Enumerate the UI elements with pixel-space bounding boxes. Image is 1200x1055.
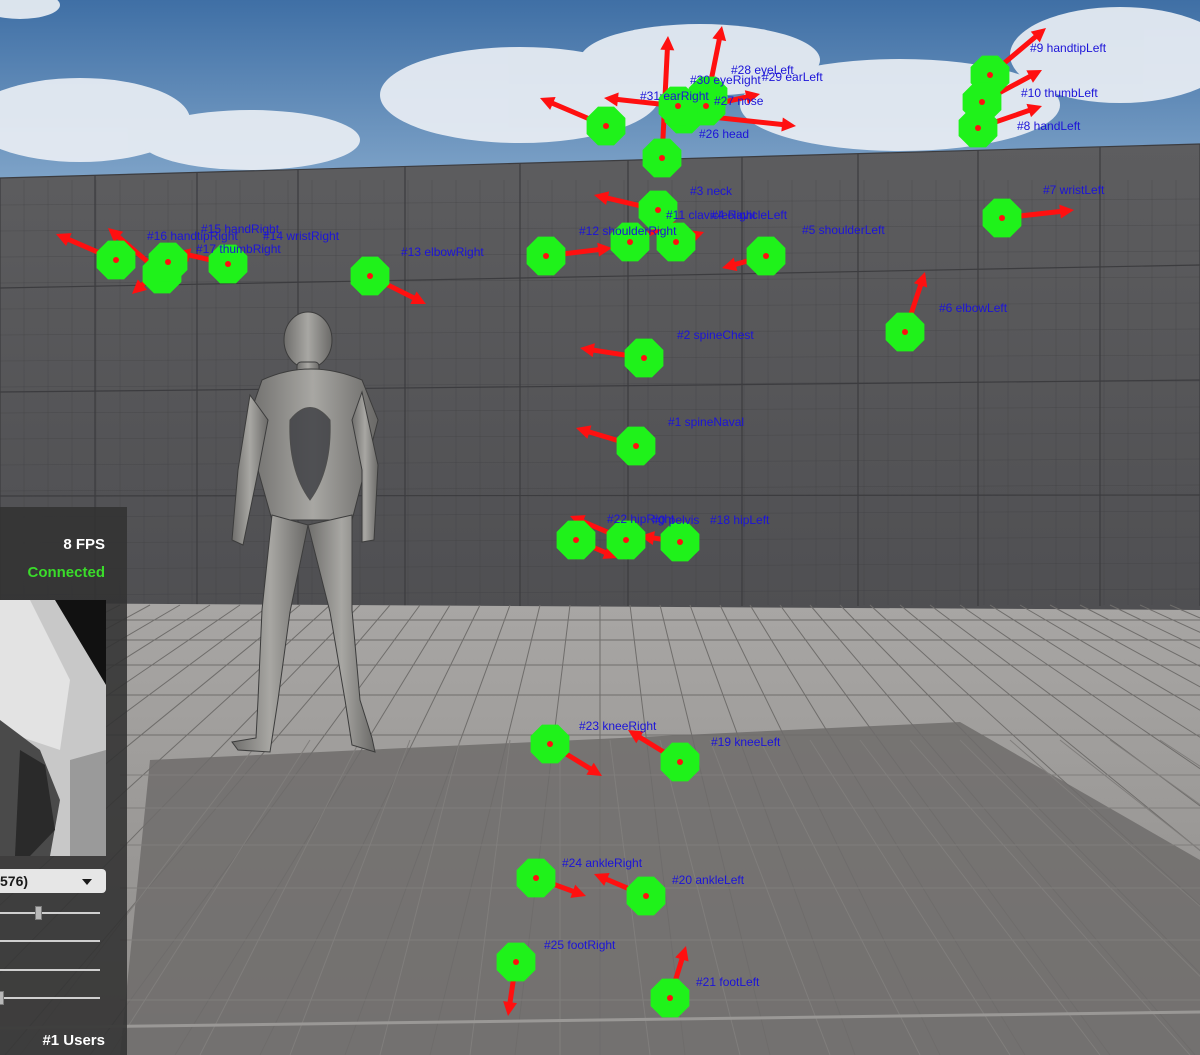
joint-label-23: #23 kneeRight [579, 719, 657, 733]
joint-marker-26[interactable] [642, 138, 682, 178]
joint-marker-24[interactable] [516, 858, 556, 898]
joint-marker-6[interactable] [885, 312, 925, 352]
depth-camera-preview [0, 600, 106, 856]
chevron-down-icon [82, 879, 92, 885]
joint-marker-17[interactable] [148, 242, 188, 282]
joint-label-8: #8 handLeft [1017, 119, 1081, 133]
user-count: #1 Users [42, 1032, 105, 1049]
joint-label-2: #2 spineChest [677, 328, 754, 342]
joint-label-12: #12 shoulderRight [579, 224, 677, 238]
joint-marker-23[interactable] [530, 724, 570, 764]
joint-label-5: #5 shoulderLeft [802, 223, 885, 237]
device-dropdown-value: 576) [0, 873, 29, 889]
slider-4[interactable] [0, 991, 100, 1005]
3d-viewport[interactable]: #0 pelvis#1 spineNaval#2 spineChest#3 ne… [0, 0, 1200, 1055]
joint-marker-20[interactable] [626, 876, 666, 916]
slider-3[interactable] [0, 963, 100, 977]
joint-label-1: #1 spineNaval [668, 415, 744, 429]
slider-1[interactable] [0, 906, 100, 920]
joint-label-22: #22 hipRight [607, 512, 675, 526]
joint-label-10: #10 thumbLeft [1021, 86, 1098, 100]
joint-label-11: #11 clavicleRight [666, 208, 756, 222]
fps-counter: 8 FPS [63, 536, 105, 553]
joint-marker-10[interactable] [962, 82, 1002, 122]
joint-marker-5[interactable] [746, 236, 786, 276]
joint-label-30: #30 eyeRight [690, 73, 761, 87]
joint-label-27: #27 nose [714, 94, 764, 108]
joint-marker-0[interactable] [606, 520, 646, 560]
joint-marker-16[interactable] [96, 240, 136, 280]
joint-marker-12[interactable] [526, 236, 566, 276]
joint-label-16: #16 handtipRight [147, 229, 238, 243]
joint-label-17: #17 thumbRight [196, 242, 281, 256]
joint-marker-13[interactable] [350, 256, 390, 296]
slider-2[interactable] [0, 934, 100, 948]
joint-marker-7[interactable] [982, 198, 1022, 238]
joint-label-3: #3 neck [690, 184, 733, 198]
joint-label-13: #13 elbowRight [401, 245, 484, 259]
joint-label-29: #29 earLeft [762, 70, 823, 84]
joint-label-26: #26 head [699, 127, 749, 141]
joint-label-21: #21 footLeft [696, 975, 760, 989]
body-tracking-panel: 8 FPS Connected 576) #1 Users [0, 507, 127, 1055]
joint-label-9: #9 handtipLeft [1030, 41, 1107, 55]
slider-1-thumb[interactable] [35, 906, 42, 920]
joint-marker-22[interactable] [556, 520, 596, 560]
joint-label-18: #18 hipLeft [710, 513, 770, 527]
joint-marker-19[interactable] [660, 742, 700, 782]
joint-marker-21[interactable] [650, 978, 690, 1018]
joint-marker-18[interactable] [660, 522, 700, 562]
joint-marker-1[interactable] [616, 426, 656, 466]
slider-4-thumb[interactable] [0, 991, 4, 1005]
joint-label-20: #20 ankleLeft [672, 873, 745, 887]
connection-status: Connected [27, 564, 105, 581]
joint-label-6: #6 elbowLeft [939, 301, 1008, 315]
joint-label-7: #7 wristLeft [1043, 183, 1105, 197]
joint-label-19: #19 kneeLeft [711, 735, 781, 749]
joint-marker-2[interactable] [624, 338, 664, 378]
joint-marker-31[interactable] [586, 106, 626, 146]
joint-label-31: #31 earRight [640, 89, 709, 103]
device-dropdown[interactable]: 576) [0, 869, 106, 893]
joint-marker-25[interactable] [496, 942, 536, 982]
joint-label-24: #24 ankleRight [562, 856, 643, 870]
joint-label-25: #25 footRight [544, 938, 616, 952]
